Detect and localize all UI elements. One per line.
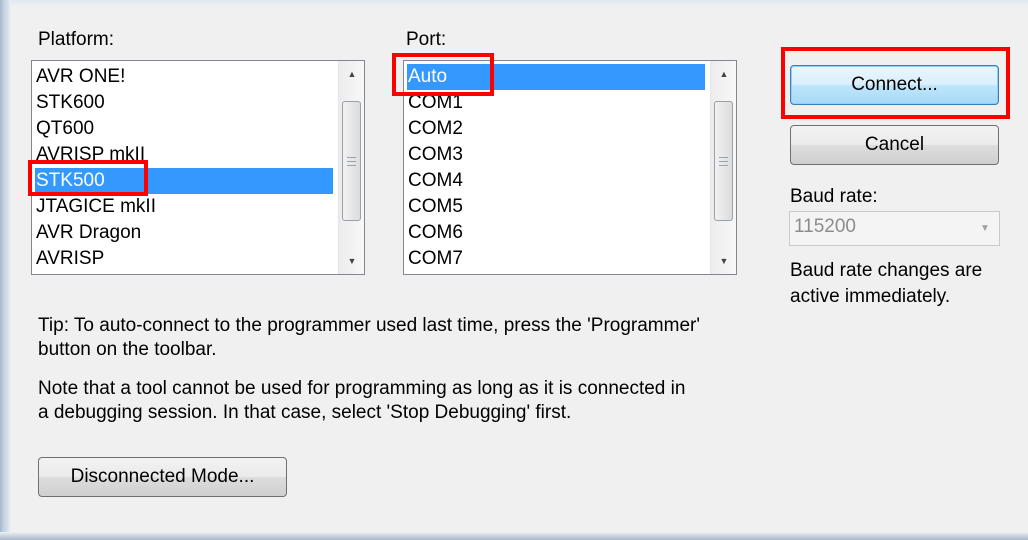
port-item-com1[interactable]: COM1 xyxy=(407,90,463,116)
baud-note-line2: active immediately. xyxy=(790,286,951,307)
note-text: Note that a tool cannot be used for prog… xyxy=(38,377,778,425)
baud-note-line1: Baud rate changes are xyxy=(790,260,983,281)
tip-line2: button on the toolbar. xyxy=(38,339,217,360)
platform-listbox[interactable]: AVR ONE! STK600 QT600 AVRISP mkII STK500… xyxy=(31,60,365,275)
platform-scrollbar[interactable]: ▲ ▼ xyxy=(338,61,364,274)
baud-rate-select: 115200 ▼ xyxy=(789,211,1000,246)
port-scroll-thumb[interactable] xyxy=(714,101,733,221)
window-bottom-border xyxy=(0,532,1028,540)
tip-text: Tip: To auto-connect to the programmer u… xyxy=(38,314,778,362)
note-line2: a debugging session. In that case, selec… xyxy=(38,402,572,423)
platform-item-avrisp[interactable]: AVRISP xyxy=(35,246,104,272)
scroll-up-arrow-icon[interactable]: ▲ xyxy=(339,61,364,87)
scroll-down-arrow-icon[interactable]: ▼ xyxy=(339,248,364,274)
connect-button[interactable]: Connect... xyxy=(790,65,999,105)
platform-item-avrisp-mkii[interactable]: AVRISP mkII xyxy=(35,142,145,168)
window-left-border xyxy=(0,0,11,540)
disconnected-mode-button[interactable]: Disconnected Mode... xyxy=(38,457,287,497)
port-scrollbar[interactable]: ▲ ▼ xyxy=(710,61,736,274)
dialog-window: Platform: AVR ONE! STK600 QT600 AVRISP m… xyxy=(0,0,1028,540)
scroll-up-arrow-icon[interactable]: ▲ xyxy=(711,61,736,87)
scroll-down-arrow-icon[interactable]: ▼ xyxy=(711,248,736,274)
platform-item-stk500[interactable]: STK500 xyxy=(35,168,333,194)
baud-rate-value: 115200 xyxy=(794,216,856,237)
platform-label: Platform: xyxy=(38,29,115,50)
dropdown-arrow-icon: ▼ xyxy=(980,223,990,234)
window-top-edge xyxy=(0,0,1028,6)
port-label: Port: xyxy=(406,29,447,50)
platform-item-jtagice-mkii[interactable]: JTAGICE mkII xyxy=(35,194,156,220)
note-line1: Note that a tool cannot be used for prog… xyxy=(38,378,686,399)
platform-item-avr-dragon[interactable]: AVR Dragon xyxy=(35,220,141,246)
platform-item-avr-one[interactable]: AVR ONE! xyxy=(35,64,125,90)
port-item-com5[interactable]: COM5 xyxy=(407,194,463,220)
tip-line1: Tip: To auto-connect to the programmer u… xyxy=(38,315,700,336)
platform-scroll-thumb[interactable] xyxy=(342,101,361,221)
grip-icon xyxy=(347,156,356,166)
port-item-com4[interactable]: COM4 xyxy=(407,168,463,194)
port-item-com7[interactable]: COM7 xyxy=(407,246,463,272)
port-item-com6[interactable]: COM6 xyxy=(407,220,463,246)
port-item-com3[interactable]: COM3 xyxy=(407,142,463,168)
cancel-button[interactable]: Cancel xyxy=(790,125,999,165)
port-listbox[interactable]: Auto COM1 COM2 COM3 COM4 COM5 COM6 COM7 … xyxy=(403,60,737,275)
platform-item-stk600[interactable]: STK600 xyxy=(35,90,105,116)
platform-item-qt600[interactable]: QT600 xyxy=(35,116,94,142)
baud-rate-label: Baud rate: xyxy=(790,186,878,207)
grip-icon xyxy=(719,156,728,166)
port-item-com2[interactable]: COM2 xyxy=(407,116,463,142)
port-item-auto[interactable]: Auto xyxy=(407,64,705,90)
